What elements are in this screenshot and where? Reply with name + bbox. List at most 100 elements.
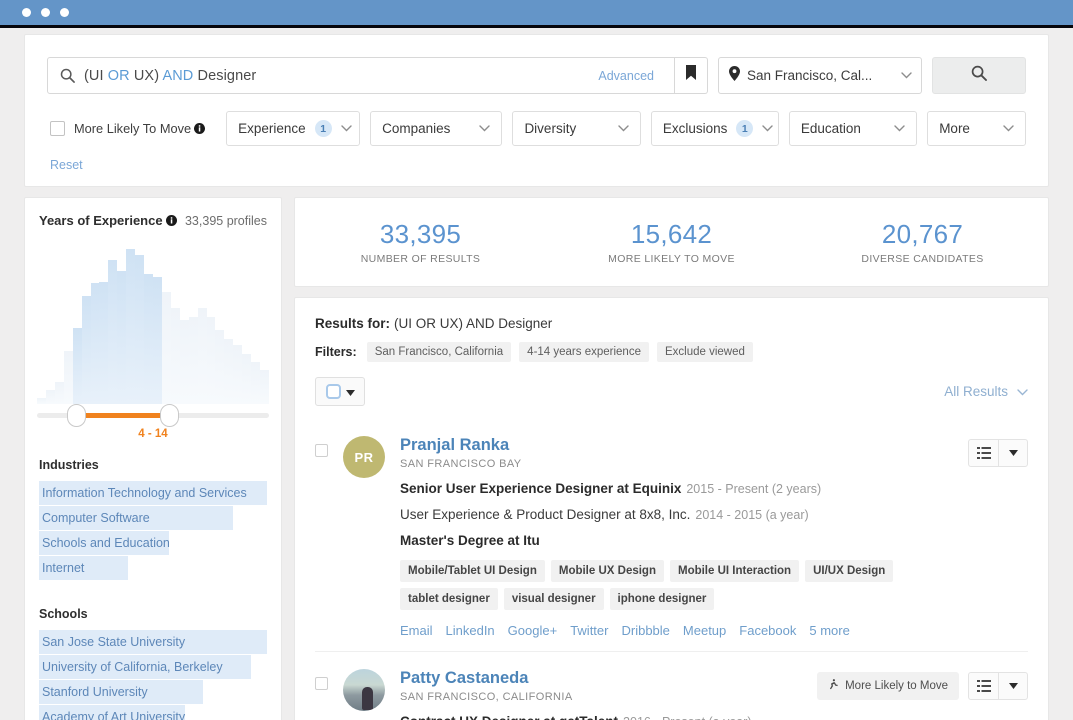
filter-dropdown-companies[interactable]: Companies — [370, 111, 503, 146]
slider-handle-min[interactable] — [67, 404, 87, 427]
sort-dropdown[interactable]: All Results — [944, 383, 1028, 401]
badge-label: More Likely to Move — [845, 680, 948, 692]
checkbox-icon[interactable] — [325, 384, 341, 399]
chevron-down-icon — [1017, 383, 1028, 401]
contact-links: Email LinkedIn Google+ Twitter Dribbble Meetu… — [400, 623, 968, 638]
histogram-bar — [126, 249, 136, 404]
filter-chip[interactable]: Exclude viewed — [656, 342, 753, 362]
profiles-count: 33,395 profiles — [184, 213, 267, 228]
contact-link[interactable]: Twitter — [570, 623, 608, 638]
facet-item-industry[interactable]: Schools and Education — [39, 531, 267, 555]
filter-dropdown-more[interactable]: More — [927, 111, 1027, 146]
window-dot-maximize[interactable] — [60, 8, 69, 17]
facet-item-industry[interactable]: Internet — [39, 556, 267, 580]
histogram-bar — [135, 255, 145, 404]
candidate-checkbox[interactable] — [315, 677, 328, 690]
job-entry: Contract UX Designer at getTalent 2016 - … — [400, 714, 817, 720]
facet-item-industry[interactable]: Information Technology and Services — [39, 481, 267, 505]
facet-item-school[interactable]: San Jose State University — [39, 630, 267, 654]
select-all-dropdown[interactable] — [315, 377, 365, 406]
window-titlebar — [0, 0, 1073, 25]
histogram-bar — [170, 307, 180, 404]
search-input[interactable]: (UI OR UX) AND Designer Advanced — [47, 57, 675, 94]
contact-link[interactable]: Dribbble — [621, 623, 669, 638]
facet-item-school[interactable]: Stanford University — [39, 680, 267, 704]
add-to-list-button[interactable] — [969, 673, 998, 699]
results-for-value: (UI OR UX) AND Designer — [394, 316, 553, 331]
facet-item-school[interactable]: Academy of Art University — [39, 705, 267, 720]
contact-link[interactable]: Google+ — [508, 623, 558, 638]
candidate-name[interactable]: Pranjal Ranka — [400, 436, 968, 455]
histogram-bar — [90, 283, 100, 404]
active-filters-line: Filters: San Francisco, California 4-14 y… — [315, 342, 1028, 362]
advanced-search-link[interactable]: Advanced — [598, 69, 664, 83]
facet-item-industry[interactable]: Computer Software — [39, 506, 267, 530]
contact-link[interactable]: Email — [400, 623, 433, 638]
avatar[interactable] — [343, 669, 385, 711]
location-select[interactable]: San Francisco, Cal... — [718, 57, 922, 94]
skill-tag[interactable]: UI/UX Design — [805, 560, 894, 582]
skill-tag[interactable]: visual designer — [503, 588, 604, 610]
schools-title: Schools — [39, 607, 88, 621]
candidate-name[interactable]: Patty Castaneda — [400, 669, 817, 688]
facet-label: Stanford University — [42, 685, 148, 699]
save-search-button[interactable] — [675, 57, 708, 94]
filter-dropdown-exclusions[interactable]: Exclusions 1 — [650, 111, 779, 146]
avatar[interactable]: PR — [343, 436, 385, 478]
skill-tag[interactable]: Mobile UX Design — [550, 560, 664, 582]
experience-facet-title: Years of Experience — [39, 213, 177, 228]
runner-icon — [828, 679, 839, 693]
window-dot-close[interactable] — [22, 8, 31, 17]
skill-tag[interactable]: Mobile/Tablet UI Design — [400, 560, 545, 582]
contact-link[interactable]: 5 more — [809, 623, 849, 638]
candidate-more-menu-button[interactable] — [998, 673, 1027, 699]
skill-tag[interactable]: tablet designer — [400, 588, 498, 610]
filter-dropdown-diversity[interactable]: Diversity — [512, 111, 641, 146]
skill-tag[interactable]: Mobile UI Interaction — [669, 560, 800, 582]
slider-handle-max[interactable] — [160, 404, 180, 427]
more-likely-to-move-checkbox[interactable] — [50, 121, 65, 136]
more-likely-to-move-badge: More Likely to Move — [817, 672, 959, 700]
stat-value: 15,642 — [630, 219, 713, 249]
info-icon[interactable] — [165, 215, 177, 226]
stat-label: DIVERSE CANDIDATES — [861, 253, 984, 265]
filter-chip[interactable]: San Francisco, California — [366, 342, 512, 362]
histogram-bar — [260, 369, 269, 404]
candidate-list: PR Pranjal Ranka SAN FRANCISCO BAY Senior U… — [315, 419, 1028, 720]
stat-label: MORE LIKELY TO MOVE — [608, 253, 735, 265]
filter-chips: San Francisco, California 4-14 years expe… — [366, 342, 753, 362]
candidate-details: Patty Castaneda SAN FRANCISCO, CALIFORNIA… — [400, 669, 817, 720]
facet-item-school[interactable]: University of California, Berkeley — [39, 655, 267, 679]
histogram-bar — [63, 351, 73, 404]
add-to-list-button[interactable] — [969, 440, 998, 466]
histogram-bar — [152, 276, 162, 404]
job-title: Senior User Experience Designer at Equin… — [400, 481, 682, 496]
skill-tag[interactable]: iphone designer — [609, 588, 715, 610]
search-submit-button[interactable] — [932, 57, 1026, 94]
chevron-down-icon — [340, 125, 352, 132]
candidate-checkbox[interactable] — [315, 444, 328, 457]
job-entry: User Experience & Product Designer at 8x… — [400, 507, 968, 522]
reset-filters-link[interactable]: Reset — [47, 158, 1026, 172]
filter-chip[interactable]: 4-14 years experience — [519, 342, 649, 362]
contact-link[interactable]: Facebook — [739, 623, 796, 638]
contact-link[interactable]: Meetup — [683, 623, 726, 638]
stats-bar: 33,395 NUMBER OF RESULTS 15,642 MORE LIKELY… — [294, 197, 1049, 287]
facet-label: San Jose State University — [42, 635, 186, 649]
histogram-bar — [251, 362, 261, 404]
window-dot-minimize[interactable] — [41, 8, 50, 17]
info-icon[interactable] — [194, 123, 206, 134]
candidate-location: SAN FRANCISCO, CALIFORNIA — [400, 691, 573, 703]
experience-range-slider[interactable] — [37, 404, 269, 427]
candidate-more-menu-button[interactable] — [998, 440, 1027, 466]
contact-link[interactable]: LinkedIn — [446, 623, 495, 638]
filter-dropdown-education[interactable]: Education — [788, 111, 918, 146]
histogram-bar — [188, 317, 198, 404]
candidate-action-buttons — [968, 672, 1028, 700]
filter-dropdown-experience[interactable]: Experience 1 — [226, 111, 361, 146]
industries-facet: Industries Information Technology and Se… — [25, 458, 281, 580]
more-likely-to-move-filter[interactable]: More Likely To Move — [47, 121, 206, 136]
histogram-bar — [117, 270, 127, 404]
filters-label: Filters: — [315, 345, 357, 359]
candidate-card: PR Pranjal Ranka SAN FRANCISCO BAY Senior U… — [315, 419, 1028, 638]
